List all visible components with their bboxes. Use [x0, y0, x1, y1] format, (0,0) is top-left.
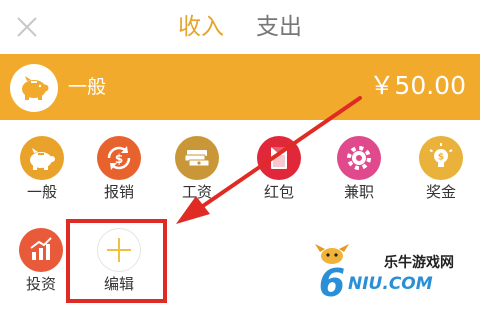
- piggy-bank-icon: [30, 148, 55, 170]
- category-edit[interactable]: 编辑: [84, 228, 154, 296]
- watermark-site-name: 乐牛游戏网: [384, 255, 454, 271]
- amount-display[interactable]: ￥50.00: [369, 69, 466, 103]
- plus-icon: [107, 238, 131, 262]
- category-part-time[interactable]: 兼职: [324, 136, 394, 204]
- category-icon-circle: [337, 136, 381, 180]
- svg-text:6: 6: [319, 261, 345, 298]
- close-icon: [17, 17, 37, 37]
- category-icon-circle: [20, 136, 64, 180]
- category-icon-circle: [257, 136, 301, 180]
- svg-text:$: $: [438, 153, 444, 163]
- category-label: 编辑: [103, 275, 134, 293]
- site-watermark: 6 乐牛游戏网 NIU.COM: [308, 240, 474, 302]
- red-envelope-icon: [271, 147, 287, 169]
- tab-expense[interactable]: 支出: [256, 12, 302, 42]
- category-bonus[interactable]: $ 奖金: [406, 136, 476, 204]
- category-salary[interactable]: 工资: [162, 136, 232, 204]
- category-red-envelope[interactable]: 红包: [244, 136, 314, 204]
- reimburse-icon: $: [107, 146, 131, 170]
- svg-text:$: $: [115, 152, 123, 166]
- category-icon-circle: [97, 228, 141, 272]
- money-stack-icon: [184, 150, 210, 167]
- category-label: 报销: [103, 183, 134, 201]
- category-reimburse[interactable]: $ 报销: [84, 136, 154, 204]
- close-button[interactable]: [12, 12, 42, 42]
- watermark-domain: NIU.COM: [348, 274, 433, 294]
- category-label: 投资: [25, 275, 56, 293]
- mascot-logo: 6: [315, 244, 349, 298]
- category-label: 红包: [263, 183, 294, 201]
- lightbulb-icon: $: [429, 143, 453, 167]
- category-label: 奖金: [425, 183, 456, 201]
- gear-icon: [347, 146, 371, 170]
- tab-income[interactable]: 收入: [178, 12, 224, 42]
- category-label: 一般: [26, 183, 57, 201]
- category-icon-circle: $: [419, 136, 463, 180]
- category-icon-circle: [19, 228, 63, 272]
- category-icon-circle: [175, 136, 219, 180]
- category-label: 工资: [181, 183, 212, 201]
- selected-category-bar: 一般 ￥50.00: [0, 54, 480, 120]
- selected-category-label: 一般: [68, 76, 107, 98]
- category-label: 兼职: [343, 183, 374, 201]
- category-icon-circle: $: [97, 136, 141, 180]
- bar-chart-icon: [30, 237, 52, 260]
- category-general[interactable]: 一般: [7, 136, 77, 204]
- category-investment[interactable]: 投资: [6, 228, 76, 296]
- summary-category-icon: [10, 64, 58, 112]
- top-header: 收入 支出: [0, 0, 480, 54]
- piggy-bank-icon: [22, 76, 49, 100]
